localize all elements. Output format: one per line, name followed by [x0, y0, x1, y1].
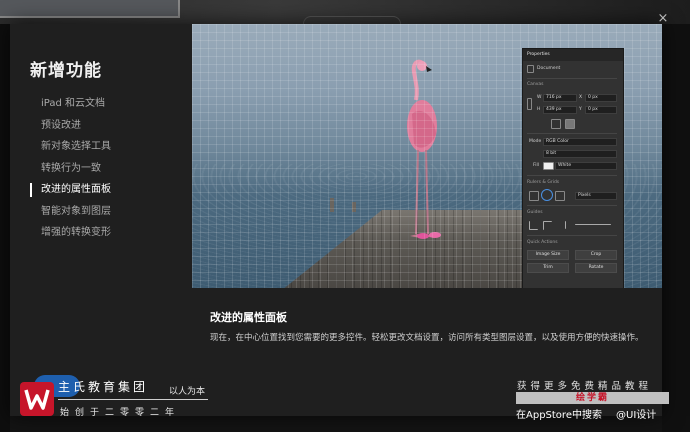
divider: [527, 175, 617, 176]
bit-depth-select[interactable]: 8 bit: [543, 150, 617, 158]
properties-panel-header: Properties: [523, 49, 623, 61]
background-thumbnail: [0, 0, 180, 18]
rotate-button[interactable]: Rotate: [575, 263, 617, 273]
y-label: Y: [579, 107, 582, 112]
watermark-logo: [20, 382, 54, 416]
feature-title: 改进的属性面板: [210, 311, 287, 324]
guide-align-top-icon[interactable]: [543, 221, 552, 230]
mode-select[interactable]: RGB Color: [543, 138, 617, 146]
rulers-grids-label: Rulers & Grids: [527, 180, 560, 185]
fill-color-swatch[interactable]: [543, 162, 554, 170]
canvas-section-label: Canvas: [527, 82, 544, 87]
watermark-brand: 绘学霸: [516, 392, 669, 404]
nav-item-ipad-cloud[interactable]: iPad 和云文档: [30, 97, 111, 119]
background-right-edge: [662, 24, 690, 432]
dialog-sidebar: 新增功能 iPad 和云文档 预设改进 新对象选择工具 转换行为一致 改进的属性…: [10, 24, 192, 416]
properties-panel: Properties Document Canvas W 716 px X 0 …: [522, 48, 624, 288]
trim-button[interactable]: Trim: [527, 263, 569, 273]
feature-preview-image: Properties Document Canvas W 716 px X 0 …: [192, 24, 662, 288]
x-label: X: [579, 95, 583, 100]
w-logo-icon: [24, 389, 50, 410]
width-input[interactable]: 716 px: [543, 94, 577, 102]
feature-nav: iPad 和云文档 预设改进 新对象选择工具 转换行为一致 改进的属性面板 智能…: [30, 97, 111, 248]
fill-label: Fill: [533, 163, 540, 168]
dialog-title: 新增功能: [30, 61, 102, 81]
crop-button[interactable]: Crop: [575, 250, 617, 260]
close-icon[interactable]: ×: [654, 10, 672, 28]
ruler-icon[interactable]: [529, 191, 539, 201]
document-icon: [527, 65, 534, 73]
background-left-edge: [0, 24, 10, 432]
divider: [527, 235, 617, 236]
mode-label: Mode: [529, 139, 542, 144]
nav-item-properties-panel[interactable]: 改进的属性面板: [30, 183, 111, 205]
x-input[interactable]: 0 px: [585, 94, 617, 102]
grid-icon[interactable]: [541, 189, 553, 201]
units-select[interactable]: Pixels: [575, 192, 617, 200]
watermark-main-prefix: 主: [58, 380, 74, 394]
watermark-main: 主氏教育集团: [58, 378, 148, 395]
orientation-landscape-icon[interactable]: [565, 119, 575, 129]
divider: [527, 133, 617, 134]
image-size-button[interactable]: Image Size: [527, 250, 569, 260]
height-label: H: [537, 107, 541, 112]
guide-align-left-icon[interactable]: [529, 221, 538, 230]
link-icon[interactable]: [527, 98, 532, 110]
watermark-main-text: 氏教育集团: [73, 380, 149, 394]
whats-new-dialog: 新增功能 iPad 和云文档 预设改进 新对象选择工具 转换行为一致 改进的属性…: [10, 24, 662, 416]
guides-section-label: Guides: [527, 210, 543, 215]
nav-item-presets[interactable]: 预设改进: [30, 119, 111, 141]
divider: [527, 205, 617, 206]
nav-item-object-selection[interactable]: 新对象选择工具: [30, 140, 111, 162]
nav-item-warp[interactable]: 增强的转换变形: [30, 226, 111, 248]
guide-distribute-icon[interactable]: [557, 221, 566, 229]
fill-select[interactable]: White: [555, 162, 617, 170]
document-label: Document: [537, 66, 561, 71]
feature-description: 现在，在中心位置找到您需要的更多控件。轻松更改文档设置，访问所有类型图层设置，以…: [210, 333, 644, 343]
nav-item-transform-behavior[interactable]: 转换行为一致: [30, 162, 111, 184]
watermark-appstore: 在AppStore中搜索: [516, 410, 602, 421]
width-label: W: [537, 95, 542, 100]
y-input[interactable]: 0 px: [585, 106, 617, 114]
watermark-slogan: 以人为本: [169, 387, 206, 397]
divider: [527, 78, 617, 79]
watermark-subtitle: 始创于二零零二年: [60, 408, 181, 418]
guides-toggle-icon[interactable]: [555, 191, 565, 201]
quick-actions-label: Quick Actions: [527, 240, 558, 245]
orientation-portrait-icon[interactable]: [551, 119, 561, 129]
watermark-divider: [58, 399, 208, 400]
nav-item-smart-object-layers[interactable]: 智能对象到图层: [30, 205, 111, 227]
guide-slider[interactable]: [575, 224, 611, 225]
watermark-promo: 获得更多免费精品教程: [517, 381, 653, 392]
watermark-weibo: @UI设计: [616, 410, 657, 421]
height-input[interactable]: 439 px: [543, 106, 577, 114]
